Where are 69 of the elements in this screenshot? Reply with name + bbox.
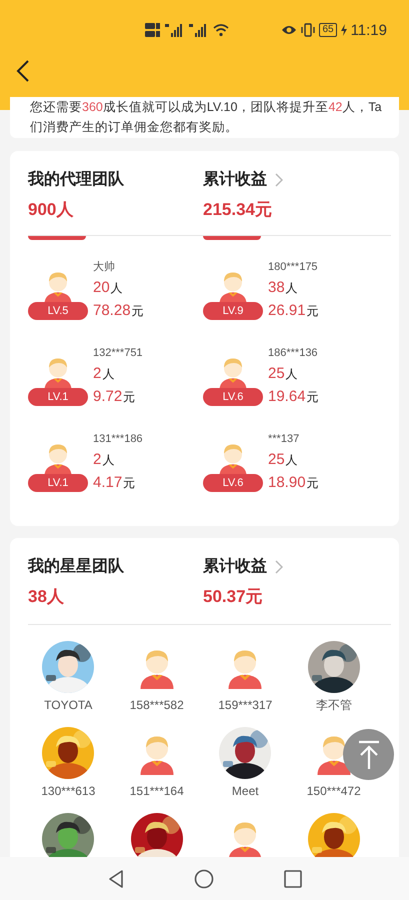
agent-name: 186***136: [268, 346, 319, 360]
member-name: Meet: [232, 783, 259, 799]
level-badge: LV.1: [28, 388, 88, 406]
agent-name: 132***751: [93, 346, 143, 360]
vibrate-icon: [301, 23, 316, 37]
unit-label: 元: [123, 475, 136, 492]
member-count: 25: [268, 365, 285, 383]
member-name: TOYOTA: [44, 697, 92, 713]
member-count: 2: [93, 451, 102, 469]
team-count: 900人: [28, 199, 74, 221]
member-name: 159***317: [218, 697, 272, 713]
unit-label: 人: [286, 452, 298, 469]
commission-amount: 18.90: [268, 474, 306, 492]
team-count: 38人: [28, 586, 65, 608]
unit-label: 元: [306, 303, 319, 320]
level-badge: LV.1: [28, 474, 88, 492]
agent-name: 180***175: [268, 260, 319, 274]
member-count: 20: [93, 279, 110, 297]
unit-label: 人: [286, 366, 298, 383]
member-count: 2: [93, 365, 102, 383]
unit-label: 人: [286, 280, 298, 297]
eye-icon: [281, 24, 298, 36]
unit-label: 人: [102, 366, 114, 383]
sim-icon: [145, 22, 161, 38]
commission-amount: 19.64: [268, 388, 306, 406]
wifi-icon: [213, 23, 229, 37]
earnings-label: 累计收益: [203, 170, 267, 190]
unit-label: 人: [110, 280, 123, 297]
recents-icon[interactable]: [284, 870, 302, 888]
team-title: 我的星星团队: [28, 556, 124, 577]
commission-amount: 26.91: [268, 302, 306, 320]
earnings-amount: 50.37元: [203, 586, 264, 608]
level-badge: LV.6: [203, 474, 263, 492]
notice-text: 您还需要360成长值就可以成为LV.10，团队将提升至42人，Ta们消费产生的订单佣金您都有奖励。: [10, 97, 399, 138]
earnings-label: 累计收益: [203, 556, 267, 577]
member-name: 李不管: [316, 697, 352, 713]
member-name: 151***164: [130, 783, 184, 799]
level-badge: LV.6: [203, 388, 263, 406]
earnings-amount: 215.34元: [203, 199, 273, 221]
agent-name: 大帅: [93, 260, 116, 274]
battery-level: 65: [319, 23, 337, 37]
commission-amount: 78.28: [93, 302, 131, 320]
arrow-up-icon: [356, 740, 380, 770]
unit-label: 元: [123, 389, 136, 406]
unit-label: 元: [306, 389, 319, 406]
unit-label: 元: [132, 303, 144, 320]
commission-amount: 9.72: [93, 388, 122, 406]
unit-label: 元: [306, 475, 319, 492]
team-title: 我的代理团队: [28, 170, 124, 190]
signal-icon: [165, 23, 185, 37]
member-name: 158***582: [130, 697, 184, 713]
member-name: 130***613: [41, 783, 96, 799]
commission-amount: 4.17: [93, 474, 122, 492]
home-icon[interactable]: [194, 868, 214, 888]
member-count: 25: [268, 451, 285, 469]
level-badge: [28, 236, 86, 240]
level-badge: LV.5: [28, 302, 88, 320]
level-badge: LV.9: [203, 302, 263, 320]
charging-icon: [340, 24, 347, 36]
member-name: 150***472: [306, 783, 361, 799]
unit-label: 人: [102, 452, 114, 469]
agent-name: ***137: [268, 432, 300, 446]
back-icon[interactable]: [108, 868, 124, 888]
clock-time: 11:19: [350, 22, 387, 38]
member-count: 38: [268, 279, 285, 297]
signal-icon: [189, 23, 209, 37]
agent-name: 131***186: [93, 432, 143, 446]
back-icon[interactable]: [15, 60, 31, 82]
level-badge: [203, 236, 261, 240]
